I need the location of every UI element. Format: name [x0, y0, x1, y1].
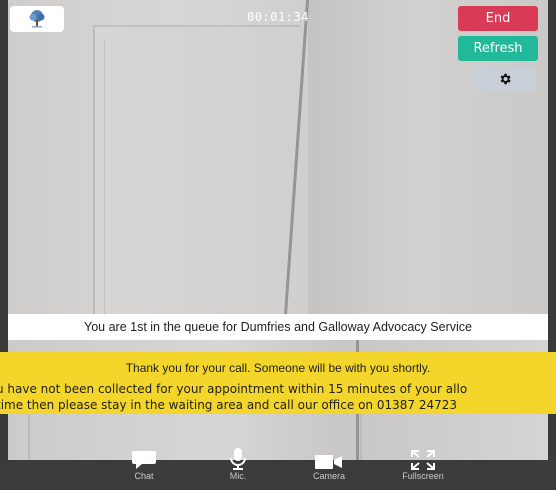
chat-button[interactable]: Chat: [109, 451, 179, 490]
camera-button[interactable]: Camera: [294, 455, 364, 490]
notice-banner: Thank you for your call. Someone will be…: [0, 352, 556, 414]
queue-status-text: You are 1st in the queue for Dumfries an…: [84, 320, 472, 334]
mic-label: Mic.: [229, 471, 247, 481]
video-door-lower: [28, 412, 362, 460]
settings-button[interactable]: [473, 66, 536, 91]
notice-line-3: time then please stay in the waiting are…: [0, 398, 457, 412]
mic-button[interactable]: Mic.: [203, 448, 273, 490]
camera-label: Camera: [312, 471, 345, 481]
video-door-edge: [104, 40, 275, 314]
fullscreen-label: Fullscreen: [402, 471, 444, 481]
refresh-button[interactable]: Refresh: [458, 36, 538, 61]
microphone-icon: [230, 448, 246, 470]
chat-bubble-icon: [132, 451, 156, 469]
left-frame: [0, 0, 8, 490]
fullscreen-button[interactable]: Fullscreen: [388, 450, 458, 490]
bottom-toolbar: Chat Mic. Camera Fullscreen: [0, 448, 556, 490]
notice-line-1: Thank you for your call. Someone will be…: [125, 361, 431, 375]
end-call-button[interactable]: End: [458, 6, 538, 31]
chat-label: Chat: [134, 471, 154, 481]
right-frame: [548, 0, 556, 490]
gear-icon: [500, 73, 511, 84]
notice-line-2: u have not been collected for your appoi…: [0, 382, 468, 396]
fullscreen-icon: [411, 450, 435, 470]
video-camera-icon: [315, 455, 342, 469]
